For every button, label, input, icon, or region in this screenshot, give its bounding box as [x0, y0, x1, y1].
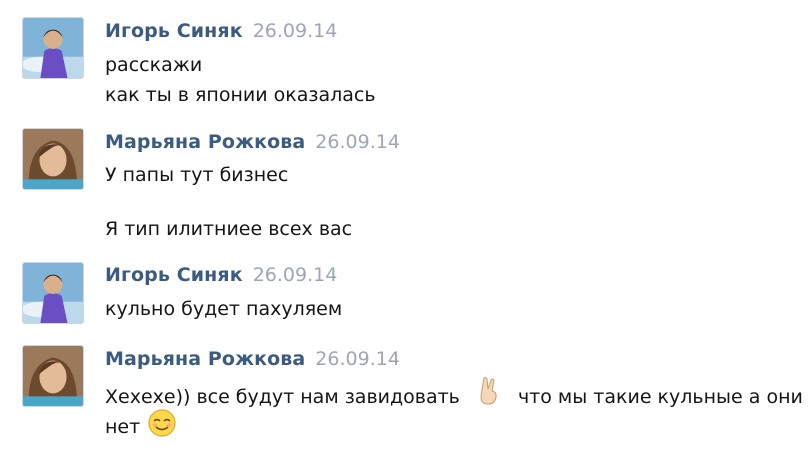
author-name[interactable]: Игорь Синяк: [105, 264, 243, 286]
message-header: Игорь Синяк 26.09.14: [105, 264, 337, 286]
avatar[interactable]: [22, 262, 84, 324]
avatar-photo: [23, 346, 83, 406]
message-date[interactable]: 26.09.14: [253, 264, 338, 286]
message-text: расскажи: [105, 54, 203, 76]
message-text: что мы такие кульные а они: [517, 386, 803, 408]
message-text-row: нет: [105, 408, 177, 445]
message-text: как ты в японии оказалась: [105, 84, 376, 106]
victory-hand-icon: [476, 376, 500, 411]
message-text-row: Хехехе)) все будут нам завидовать что мы…: [105, 377, 803, 415]
message-date[interactable]: 26.09.14: [253, 20, 338, 42]
author-name[interactable]: Марьяна Рожкова: [105, 348, 305, 370]
message-header: Марьяна Рожкова 26.09.14: [105, 131, 400, 153]
message-text: кульно будет пахуляем: [105, 298, 343, 320]
avatar-photo: [23, 263, 83, 323]
author-name[interactable]: Марьяна Рожкова: [105, 131, 305, 153]
avatar-photo: [23, 18, 83, 78]
message-date[interactable]: 26.09.14: [315, 131, 400, 153]
message-text: нет: [105, 416, 141, 438]
message-text: У папы тут бизнес: [105, 164, 289, 186]
avatar-photo: [23, 129, 83, 189]
message-date[interactable]: 26.09.14: [315, 348, 400, 370]
message-header: Марьяна Рожкова 26.09.14: [105, 348, 400, 370]
relieved-face-icon: [147, 408, 177, 443]
message-text: Я тип илитниее всех вас: [105, 218, 353, 240]
message-text: Хехехе)) все будут нам завидовать: [105, 386, 460, 408]
avatar[interactable]: [22, 345, 84, 407]
avatar[interactable]: [22, 17, 84, 79]
author-name[interactable]: Игорь Синяк: [105, 20, 243, 42]
message-header: Игорь Синяк 26.09.14: [105, 20, 337, 42]
avatar[interactable]: [22, 128, 84, 190]
